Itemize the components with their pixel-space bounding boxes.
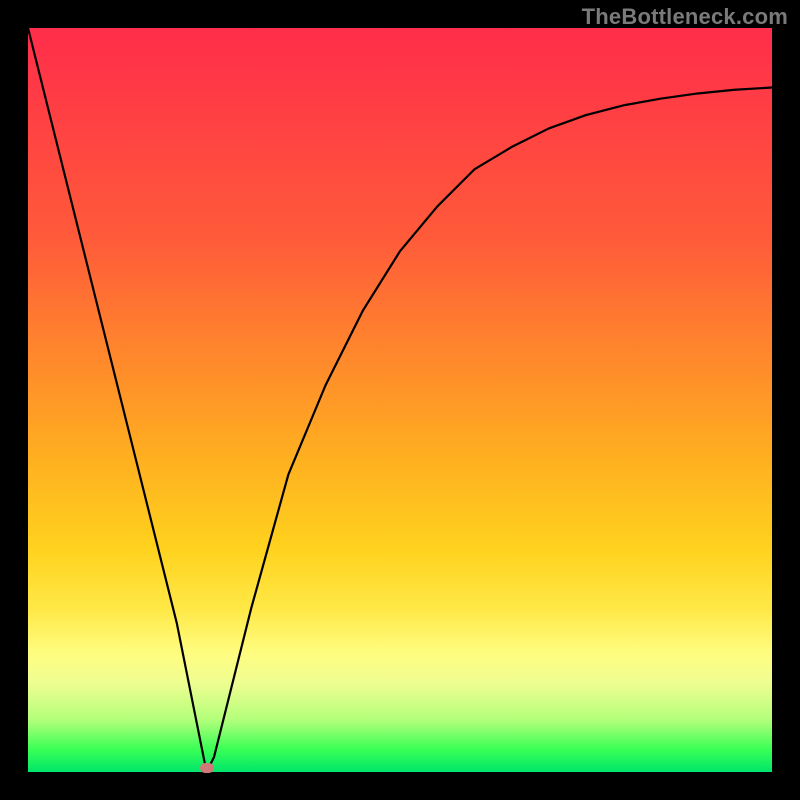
chart-frame: TheBottleneck.com	[0, 0, 800, 800]
curve-path	[28, 28, 772, 772]
optimum-marker	[200, 763, 214, 773]
bottleneck-curve	[28, 28, 772, 772]
plot-area	[28, 28, 772, 772]
watermark-text: TheBottleneck.com	[582, 4, 788, 30]
